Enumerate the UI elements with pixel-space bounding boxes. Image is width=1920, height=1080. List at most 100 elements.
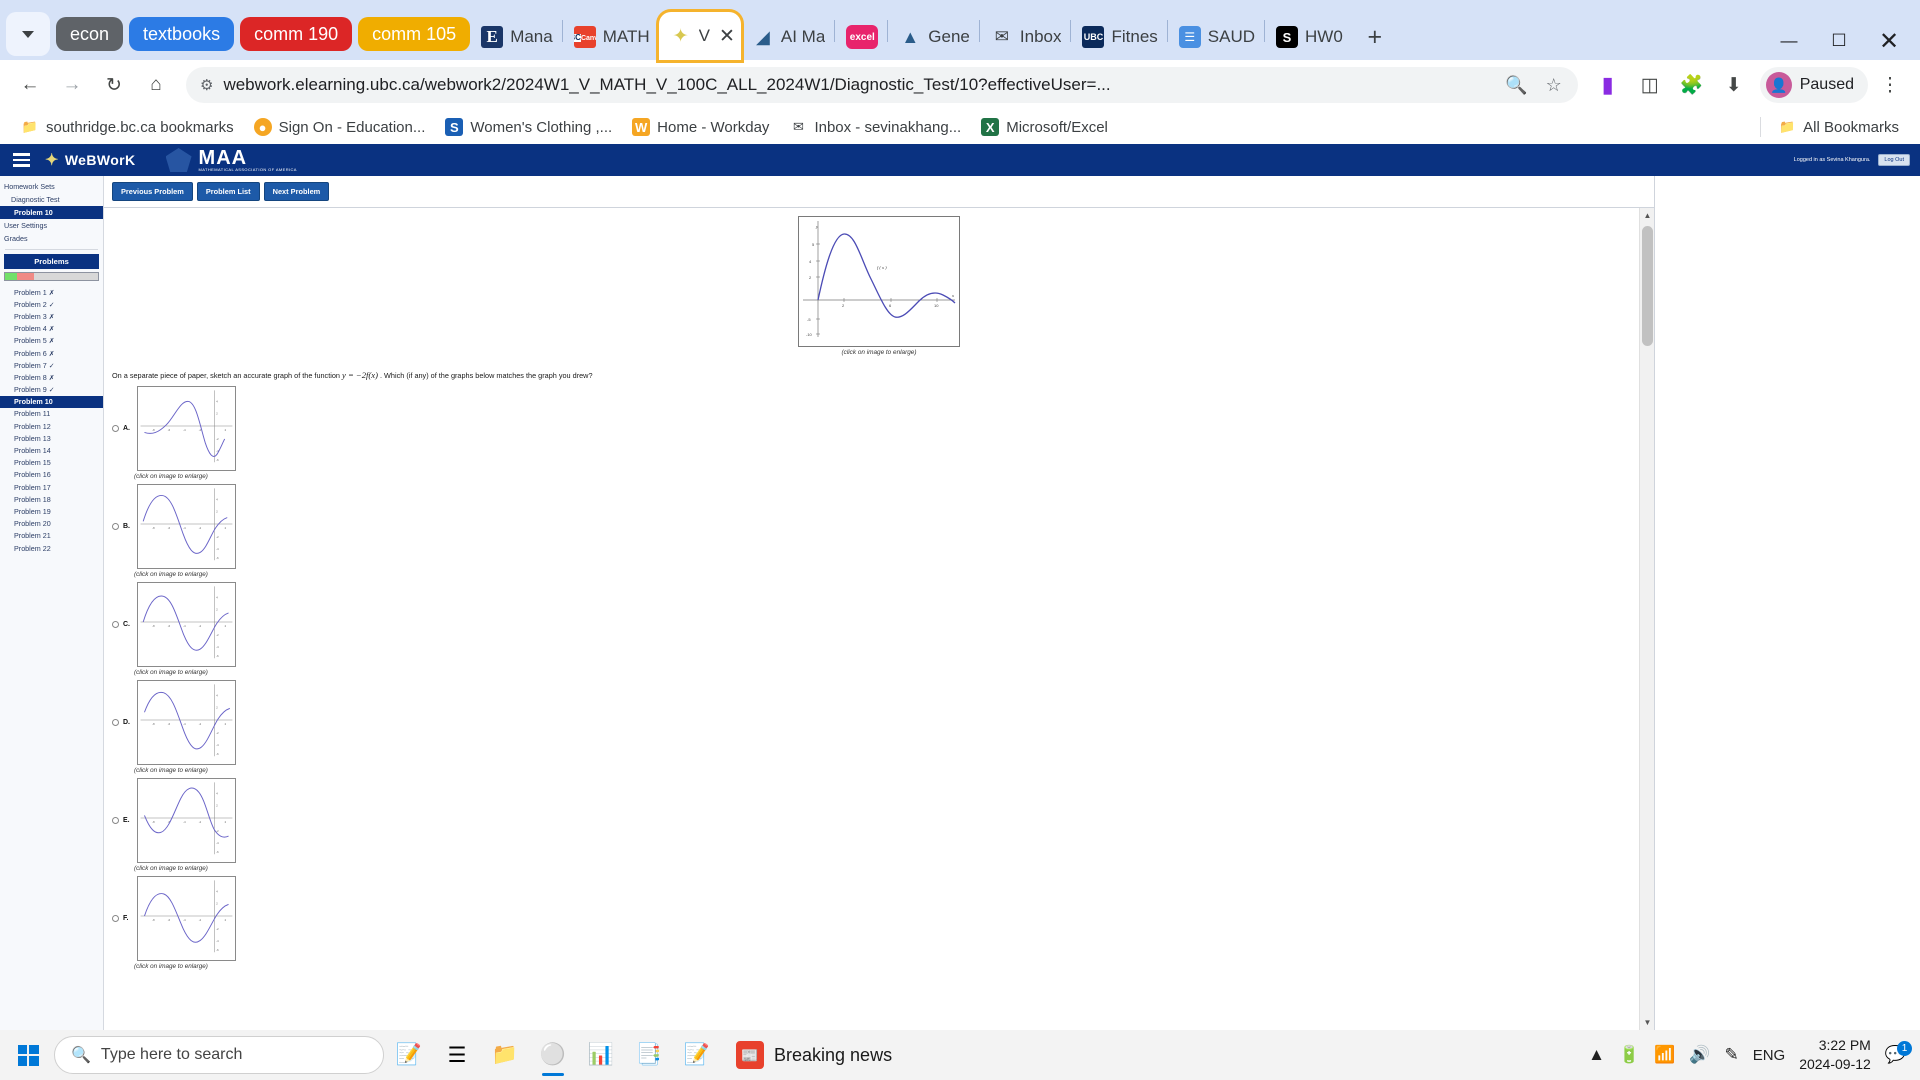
file-explorer-icon[interactable]: 📁: [482, 1032, 528, 1078]
scroll-down-arrow[interactable]: ▼: [1640, 1015, 1654, 1030]
language-indicator[interactable]: ENG: [1753, 1047, 1786, 1064]
split-screen-icon[interactable]: ◫: [1630, 65, 1670, 105]
previous-problem-button[interactable]: Previous Problem: [112, 182, 193, 201]
chrome-icon[interactable]: ⚪: [530, 1032, 576, 1078]
back-button[interactable]: ←: [10, 65, 50, 105]
webwork-brand[interactable]: ✦ WeBWorK: [45, 150, 136, 170]
new-tab-button[interactable]: +: [1358, 20, 1392, 54]
tab-saud[interactable]: ☰ SAUD: [1168, 14, 1264, 60]
sidebar-problem-link[interactable]: Problem 22: [0, 542, 103, 554]
radio-button[interactable]: [112, 523, 119, 530]
bookmark-womens-clothing[interactable]: S Women's Clothing ,...: [436, 114, 621, 140]
sidebar-problem-link[interactable]: Problem 11: [0, 408, 103, 420]
tab-group-textbooks[interactable]: textbooks: [129, 17, 235, 51]
bookmark-microsoft-excel[interactable]: X Microsoft/Excel: [972, 114, 1117, 140]
snip-sketch-icon[interactable]: 📝: [386, 1032, 432, 1078]
volume-icon[interactable]: 🔊: [1689, 1045, 1710, 1065]
tab-group-econ[interactable]: econ: [56, 17, 124, 51]
tab-math-canvas[interactable]: UBCCanvas MATH: [563, 14, 659, 60]
wifi-icon[interactable]: 📶: [1654, 1045, 1675, 1065]
sidebar-item-diagnostic-test[interactable]: Diagnostic Test: [0, 193, 103, 206]
bookmark-workday[interactable]: W Home - Workday: [623, 114, 778, 140]
sidebar-problem-link[interactable]: Problem 10: [0, 395, 103, 408]
battery-icon[interactable]: 🔋: [1619, 1045, 1640, 1065]
sidebar-item-problem-10[interactable]: Problem 10: [0, 206, 103, 219]
sidebar-problem-link[interactable]: Problem 6 ✗: [0, 347, 103, 359]
sidebar-item-user-settings[interactable]: User Settings: [0, 219, 103, 232]
tab-excel[interactable]: excel excel: [835, 14, 887, 60]
sticky-notes-icon[interactable]: 📝: [674, 1032, 720, 1078]
sidebar-problem-link[interactable]: Problem 12: [0, 420, 103, 432]
kebab-menu-icon[interactable]: ⋮: [1870, 65, 1910, 105]
clock[interactable]: 3:22 PM 2024-09-12: [1799, 1036, 1871, 1074]
choice-graph-image[interactable]: -8 -6 -4 -2 2 4 2 -2 -4 -6: [137, 386, 236, 471]
sidebar-problem-link[interactable]: Problem 9 ✓: [0, 384, 103, 396]
next-problem-button[interactable]: Next Problem: [263, 182, 330, 201]
sidebar-problem-link[interactable]: Problem 21: [0, 530, 103, 542]
tab-webwork-active[interactable]: ✦ V ✕: [658, 12, 741, 60]
sidebar-problem-link[interactable]: Problem 17: [0, 481, 103, 493]
sidebar-problem-link[interactable]: Problem 7 ✓: [0, 359, 103, 371]
notification-center-button[interactable]: 💬 1: [1885, 1041, 1912, 1065]
radio-button[interactable]: [112, 425, 119, 432]
bookmark-signon[interactable]: ● Sign On - Education...: [245, 114, 435, 140]
bookmark-inbox[interactable]: ✉ Inbox - sevinakhang...: [780, 114, 970, 140]
minimize-button[interactable]: —: [1764, 22, 1814, 60]
logout-button[interactable]: Log Out: [1878, 154, 1910, 166]
sidebar-item-grades[interactable]: Grades: [0, 232, 103, 245]
extension-purple-icon[interactable]: ▮: [1588, 65, 1628, 105]
sidebar-item-homework-sets[interactable]: Homework Sets: [0, 180, 103, 193]
address-bar[interactable]: ⚙ webwork.elearning.ubc.ca/webwork2/2024…: [186, 67, 1578, 103]
bookmark-southridge[interactable]: 📁 southridge.bc.ca bookmarks: [12, 114, 243, 140]
choice-graph-image[interactable]: -8 -6 -4 -2 2 4 2 -2 -4 -6: [137, 582, 236, 667]
radio-button[interactable]: [112, 621, 119, 628]
problem-list-button[interactable]: Problem List: [196, 182, 260, 201]
sidebar-problem-link[interactable]: Problem 19: [0, 505, 103, 517]
choice-graph-image[interactable]: -8 -6 -4 -2 2 4 2 -2 -4 -6: [137, 876, 236, 961]
scroll-up-arrow[interactable]: ▲: [1640, 208, 1654, 223]
tab-hw0[interactable]: S HW0: [1265, 14, 1352, 60]
bookmark-star-icon[interactable]: ☆: [1546, 75, 1562, 96]
radio-button[interactable]: [112, 719, 119, 726]
tab-fitness[interactable]: UBC Fitnes: [1071, 14, 1166, 60]
sidebar-problem-link[interactable]: Problem 15: [0, 457, 103, 469]
downloads-icon[interactable]: ⬇: [1714, 65, 1754, 105]
sidebar-problem-link[interactable]: Problem 2 ✓: [0, 298, 103, 310]
answer-choice-b[interactable]: B. -8 -6 -4 -2 2 4 2 -2 -4 -6: [112, 484, 1654, 569]
sidebar-problem-link[interactable]: Problem 8 ✗: [0, 371, 103, 383]
sidebar-problem-link[interactable]: Problem 1 ✗: [0, 286, 103, 298]
pen-icon[interactable]: ✎: [1724, 1045, 1738, 1065]
tab-manage[interactable]: E Mana: [470, 14, 562, 60]
profile-button[interactable]: 👤 Paused: [1759, 67, 1868, 103]
answer-choice-c[interactable]: C. -8 -6 -4 -2 2 4 2 -2 -4 -6: [112, 582, 1654, 667]
sidebar-problem-link[interactable]: Problem 14: [0, 444, 103, 456]
main-graph-image[interactable]: y x 5 4 2 -5 -10 2 6 10 f (x): [798, 216, 960, 347]
hamburger-icon[interactable]: [10, 150, 33, 170]
maximize-button[interactable]: ☐: [1814, 22, 1864, 60]
sidebar-problem-link[interactable]: Problem 13: [0, 432, 103, 444]
excel-icon[interactable]: 📊: [578, 1032, 624, 1078]
home-button[interactable]: ⌂: [136, 65, 176, 105]
choice-graph-image[interactable]: -8 -6 -4 -2 2 4 2 -2 -4 -6: [137, 484, 236, 569]
choice-graph-image[interactable]: -8 -6 -4 -2 2 4 2 -2 -4 -6: [137, 778, 236, 863]
sidebar-problem-link[interactable]: Problem 20: [0, 518, 103, 530]
radio-button[interactable]: [112, 915, 119, 922]
tab-group-collapse-toggle[interactable]: [6, 12, 50, 56]
show-hidden-icons[interactable]: ▲: [1588, 1045, 1605, 1065]
answer-choice-e[interactable]: E. -8 -6 -4 -2 2 4 2 -2 -4 -6: [112, 778, 1654, 863]
radio-button[interactable]: [112, 817, 119, 824]
sidebar-problem-link[interactable]: Problem 4 ✗: [0, 323, 103, 335]
task-view-icon[interactable]: ☰: [434, 1032, 480, 1078]
news-widget[interactable]: 📰 Breaking news: [736, 1041, 892, 1069]
start-button[interactable]: [4, 1032, 52, 1078]
sidebar-problem-link[interactable]: Problem 16: [0, 469, 103, 481]
sidebar-problem-link[interactable]: Problem 3 ✗: [0, 310, 103, 322]
reload-button[interactable]: ↻: [94, 65, 134, 105]
sidebar-problem-link[interactable]: Problem 18: [0, 493, 103, 505]
forward-button[interactable]: →: [52, 65, 92, 105]
tab-group-comm190[interactable]: comm 190: [240, 17, 353, 51]
tab-group-comm105[interactable]: comm 105: [358, 17, 471, 51]
zoom-icon[interactable]: 🔍: [1505, 75, 1527, 96]
tab-gmail-inbox[interactable]: ✉ Inbox: [980, 14, 1071, 60]
answer-choice-f[interactable]: F. -8 -6 -4 -2 2 4 2 -2 -4 -6: [112, 876, 1654, 961]
